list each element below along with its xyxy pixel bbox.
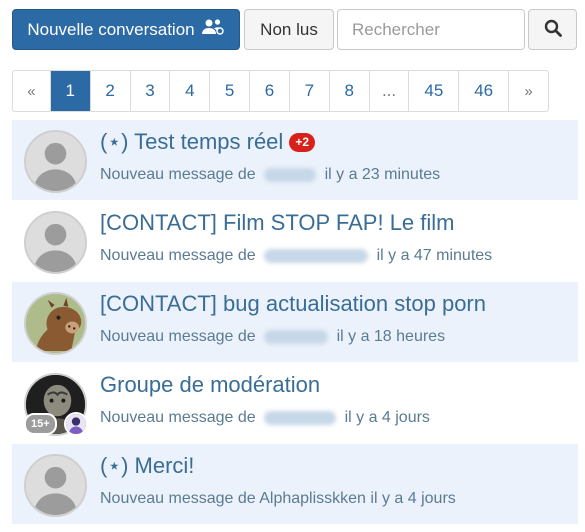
conversation-title-text: [CONTACT] bug actualisation stop porn: [100, 291, 486, 316]
new-conversation-label: Nouvelle conversation: [27, 19, 195, 39]
avatar-horse-mask-icon: [24, 292, 87, 355]
avatar-default-icon: [24, 130, 87, 193]
author-name-redacted: [264, 248, 369, 263]
author-name-redacted: [264, 410, 337, 425]
search-icon: [544, 19, 562, 40]
new-conversation-button[interactable]: Nouvelle conversation: [12, 9, 240, 50]
author-name-redacted: [264, 329, 329, 344]
pagination-ellipsis: ...: [370, 71, 410, 111]
meta-time: il y a 23 minutes: [324, 166, 441, 183]
page-link-5[interactable]: 5: [210, 71, 251, 111]
conversation-meta: Nouveau message de il y a 4 jours: [100, 409, 430, 427]
pagination-prev[interactable]: «: [13, 71, 51, 111]
member-count-badge: 15+: [24, 413, 57, 435]
conversation-title[interactable]: [CONTACT] Film STOP FAP! Le film: [100, 210, 455, 236]
conversation-title-text: (⋆) Merci!: [100, 453, 195, 478]
conversation-meta: Nouveau message de il y a 23 minutes: [100, 166, 440, 184]
meta-time: il y a 4 jours: [344, 409, 430, 426]
search-button[interactable]: [528, 9, 577, 50]
search-input[interactable]: [337, 9, 525, 50]
unread-filter-button[interactable]: Non lus: [244, 9, 334, 50]
conversation-title[interactable]: Groupe de modération: [100, 372, 320, 398]
pagination: « 1 2 3 4 5 6 7 8 ... 45 46 »: [12, 70, 549, 112]
users-icon: [201, 18, 225, 41]
meta-time: il y a 18 heures: [336, 328, 446, 345]
new-messages-badge: +2: [289, 132, 315, 152]
meta-prefix: Nouveau message de: [100, 328, 256, 345]
conversation-meta: Nouveau message de il y a 47 minutes: [100, 247, 492, 265]
conversation-item[interactable]: (⋆) Merci! Nouveau message de Alphapliss…: [12, 444, 578, 524]
page-link-4[interactable]: 4: [170, 71, 211, 111]
page-link-6[interactable]: 6: [250, 71, 290, 111]
page-link-45[interactable]: 45: [409, 71, 460, 111]
conversation-item[interactable]: [CONTACT] bug actualisation stop porn No…: [12, 282, 578, 362]
meta-prefix: Nouveau message de: [100, 490, 256, 507]
meta-prefix: Nouveau message de: [100, 409, 256, 426]
meta-prefix: Nouveau message de: [100, 166, 256, 183]
meta-prefix: Nouveau message de: [100, 247, 256, 264]
page-link-8[interactable]: 8: [330, 71, 370, 111]
page-link-3[interactable]: 3: [131, 71, 171, 111]
page-link-7[interactable]: 7: [290, 71, 330, 111]
conversation-title-text: (⋆) Test temps réel: [100, 129, 284, 154]
page-link-2[interactable]: 2: [91, 71, 131, 111]
pagination-next[interactable]: »: [509, 71, 548, 111]
page-link-1[interactable]: 1: [50, 71, 91, 111]
meta-time: il y a 47 minutes: [376, 247, 493, 264]
toolbar: Nouvelle conversation Non lus: [12, 9, 577, 51]
conversation-title[interactable]: (⋆) Merci!: [100, 453, 194, 479]
conversation-item[interactable]: [CONTACT] Film STOP FAP! Le film Nouveau…: [12, 201, 578, 281]
meta-author[interactable]: Alphaplisskken: [259, 490, 366, 507]
conversation-title[interactable]: (⋆) Test temps réel +2: [100, 129, 315, 155]
avatar-default-icon: [24, 454, 87, 517]
conversation-title-text: [CONTACT] Film STOP FAP! Le film: [100, 210, 455, 235]
conversation-meta: Nouveau message de il y a 18 heures: [100, 328, 445, 346]
conversation-title-text: Groupe de modération: [100, 372, 321, 397]
meta-time: il y a 4 jours: [370, 490, 456, 507]
conversation-item[interactable]: 15+ Groupe de modération Nouveau message…: [12, 363, 578, 443]
conversation-item[interactable]: (⋆) Test temps réel +2 Nouveau message d…: [12, 120, 578, 200]
conversation-list: (⋆) Test temps réel +2 Nouveau message d…: [12, 120, 578, 525]
avatar-default-icon: [24, 211, 87, 274]
page-link-46[interactable]: 46: [459, 71, 510, 111]
member-avatar-icon: [64, 412, 88, 436]
author-name-redacted: [264, 167, 317, 182]
conversation-meta: Nouveau message de Alphaplisskken il y a…: [100, 490, 456, 508]
conversation-title[interactable]: [CONTACT] bug actualisation stop porn: [100, 291, 486, 317]
